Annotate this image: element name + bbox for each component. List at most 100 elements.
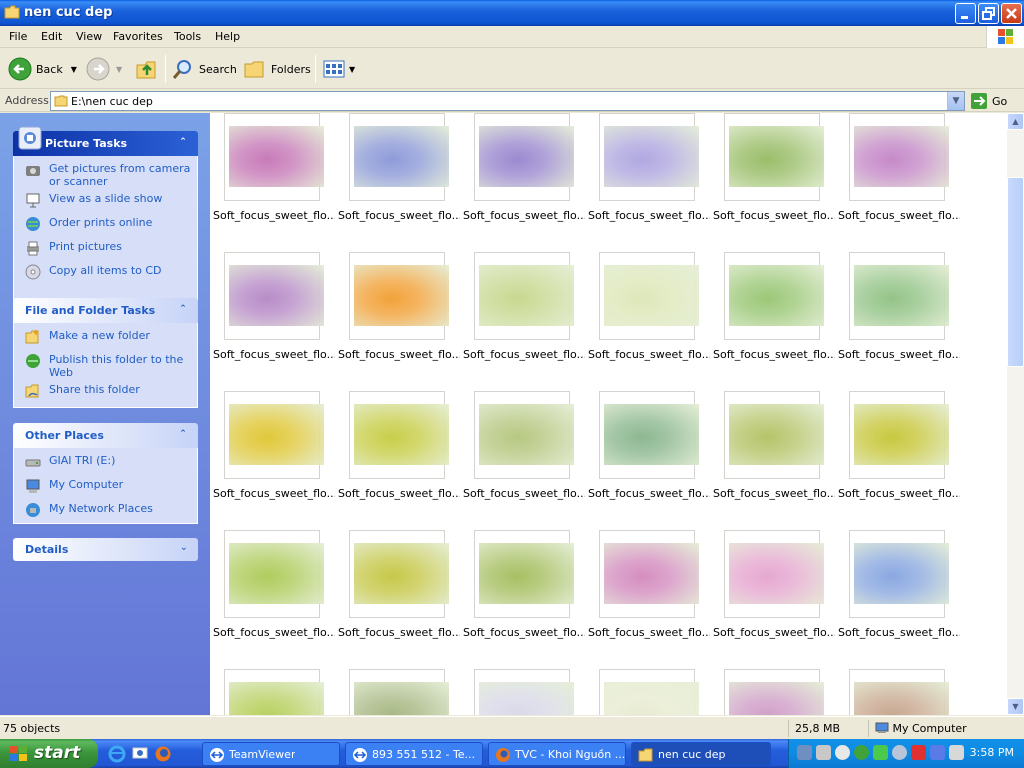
- vertical-scrollbar[interactable]: ▲ ▼: [1007, 113, 1024, 715]
- thumbnail-item[interactable]: Soft_focus_sweet_flo...: [213, 530, 335, 660]
- antivirus-tray-icon[interactable]: [911, 745, 926, 760]
- thumbnail-frame[interactable]: [599, 113, 699, 201]
- details-header[interactable]: Details ⌄: [13, 538, 198, 561]
- thumbnail-image[interactable]: [854, 265, 949, 326]
- expand-chevron-icon[interactable]: ⌄: [180, 542, 188, 553]
- place-my-network[interactable]: My Network Places: [14, 502, 197, 522]
- scroll-up-button[interactable]: ▲: [1007, 113, 1024, 130]
- thumbnail-frame[interactable]: [349, 669, 449, 715]
- thumbnail-label[interactable]: Soft_focus_sweet_flo...: [338, 348, 460, 361]
- thumbnail-item[interactable]: [338, 669, 458, 715]
- thumbnail-item[interactable]: Soft_focus_sweet_flo...: [713, 113, 835, 243]
- address-input[interactable]: E:\nen cuc dep ▼: [50, 91, 965, 111]
- place-giai-tri-drive[interactable]: GIAI TRI (E:): [14, 454, 197, 474]
- menu-help[interactable]: Help: [215, 30, 240, 43]
- thumbnail-image[interactable]: [479, 126, 574, 187]
- scroll-thumb[interactable]: [1007, 177, 1024, 367]
- thumbnail-item[interactable]: [838, 669, 958, 715]
- thumbnail-item[interactable]: [588, 669, 708, 715]
- back-button[interactable]: Back ▼: [8, 55, 77, 83]
- task-print-pictures[interactable]: Print pictures: [14, 240, 197, 260]
- thumbnail-item[interactable]: Soft_focus_sweet_flo...: [463, 530, 585, 660]
- thumbnail-image[interactable]: [354, 682, 449, 715]
- thumbnail-label[interactable]: Soft_focus_sweet_flo...: [338, 209, 460, 222]
- thumbnail-frame[interactable]: [724, 669, 824, 715]
- thumbnail-image[interactable]: [479, 265, 574, 326]
- thumbnail-frame[interactable]: [224, 669, 324, 715]
- thumbnail-item[interactable]: Soft_focus_sweet_flo...: [713, 530, 835, 660]
- app-tray-icon[interactable]: [835, 745, 850, 760]
- forward-button[interactable]: ▼: [86, 55, 122, 83]
- thumbnail-image[interactable]: [604, 543, 699, 604]
- thumbnail-frame[interactable]: [349, 391, 449, 479]
- thumbnail-image[interactable]: [479, 682, 574, 715]
- thumbnail-frame[interactable]: [724, 252, 824, 340]
- restore-button[interactable]: [978, 3, 999, 24]
- search-button[interactable]: Search: [171, 55, 237, 83]
- thumbnail-item[interactable]: Soft_focus_sweet_flo...: [463, 113, 585, 243]
- thumbnail-label[interactable]: Soft_focus_sweet_flo...: [588, 487, 710, 500]
- thumbnail-image[interactable]: [354, 543, 449, 604]
- thumbnail-frame[interactable]: [599, 252, 699, 340]
- thumbnail-item[interactable]: Soft_focus_sweet_flo...: [213, 391, 335, 521]
- thumbnail-item[interactable]: [713, 669, 833, 715]
- chevron-down-icon[interactable]: ▼: [71, 65, 77, 74]
- task-slide-show[interactable]: View as a slide show: [14, 192, 197, 212]
- place-my-computer[interactable]: My Computer: [14, 478, 197, 498]
- thumbnail-image[interactable]: [729, 682, 824, 715]
- views-button[interactable]: ▼: [322, 55, 355, 83]
- network-tray-icon[interactable]: [797, 745, 812, 760]
- app-tray-icon[interactable]: [930, 745, 945, 760]
- thumbnail-label[interactable]: Soft_focus_sweet_flo...: [338, 487, 460, 500]
- thumbnail-frame[interactable]: [224, 530, 324, 618]
- task-copy-to-cd[interactable]: Copy all items to CD: [14, 264, 197, 284]
- task-publish-web[interactable]: Publish this folder to the Web: [14, 353, 197, 379]
- task-firefox[interactable]: TVC - Khoi Nguồn ...: [488, 742, 626, 766]
- go-button[interactable]: Go: [970, 92, 1007, 110]
- thumbnail-label[interactable]: Soft_focus_sweet_flo...: [463, 626, 585, 639]
- address-dropdown-button[interactable]: ▼: [947, 92, 964, 110]
- thumbnail-image[interactable]: [854, 682, 949, 715]
- firefox-icon[interactable]: [154, 745, 172, 763]
- thumbnail-image[interactable]: [729, 404, 824, 465]
- thumbnail-label[interactable]: Soft_focus_sweet_flo...: [213, 626, 335, 639]
- thumbnail-item[interactable]: Soft_focus_sweet_flo...: [838, 113, 960, 243]
- thumbnail-frame[interactable]: [474, 669, 574, 715]
- thumbnail-item[interactable]: Soft_focus_sweet_flo...: [838, 530, 960, 660]
- thumbnail-image[interactable]: [604, 682, 699, 715]
- thumbnail-item[interactable]: Soft_focus_sweet_flo...: [213, 252, 335, 382]
- menu-favorites[interactable]: Favorites: [113, 30, 163, 43]
- minimize-button[interactable]: [955, 3, 976, 24]
- thumbnail-item[interactable]: Soft_focus_sweet_flo...: [588, 530, 710, 660]
- thumbnail-item[interactable]: Soft_focus_sweet_flo...: [338, 252, 460, 382]
- thumbnail-item[interactable]: Soft_focus_sweet_flo...: [588, 391, 710, 521]
- thumbnail-image[interactable]: [354, 265, 449, 326]
- thumbnail-label[interactable]: Soft_focus_sweet_flo...: [588, 626, 710, 639]
- thumbnail-image[interactable]: [229, 265, 324, 326]
- thumbnail-label[interactable]: Soft_focus_sweet_flo...: [213, 348, 335, 361]
- thumbnail-item[interactable]: [213, 669, 333, 715]
- thumbnail-item[interactable]: [463, 669, 583, 715]
- thumbnail-image[interactable]: [854, 543, 949, 604]
- desktop-icon[interactable]: [131, 745, 149, 763]
- task-new-folder[interactable]: Make a new folder: [14, 329, 197, 349]
- chevron-down-icon[interactable]: ▼: [349, 65, 355, 74]
- thumbnail-item[interactable]: Soft_focus_sweet_flo...: [838, 252, 960, 382]
- thumbnail-image[interactable]: [604, 126, 699, 187]
- thumbnail-label[interactable]: Soft_focus_sweet_flo...: [463, 487, 585, 500]
- thumbnail-frame[interactable]: [224, 113, 324, 201]
- picture-tasks-header[interactable]: Picture Tasks ⌃: [13, 126, 198, 156]
- thumbnail-frame[interactable]: [474, 391, 574, 479]
- thumbnail-item[interactable]: Soft_focus_sweet_flo...: [838, 391, 960, 521]
- folders-button[interactable]: Folders: [243, 55, 311, 83]
- thumbnail-frame[interactable]: [349, 530, 449, 618]
- thumbnail-frame[interactable]: [599, 530, 699, 618]
- thumbnail-frame[interactable]: [224, 252, 324, 340]
- app-tray-icon[interactable]: [854, 745, 869, 760]
- thumbnail-item[interactable]: Soft_focus_sweet_flo...: [338, 530, 460, 660]
- thumbnail-image[interactable]: [229, 543, 324, 604]
- thumbnail-frame[interactable]: [849, 252, 949, 340]
- thumbnail-frame[interactable]: [724, 391, 824, 479]
- thumbnail-label[interactable]: Soft_focus_sweet_flo...: [713, 209, 835, 222]
- thumbnail-image[interactable]: [729, 265, 824, 326]
